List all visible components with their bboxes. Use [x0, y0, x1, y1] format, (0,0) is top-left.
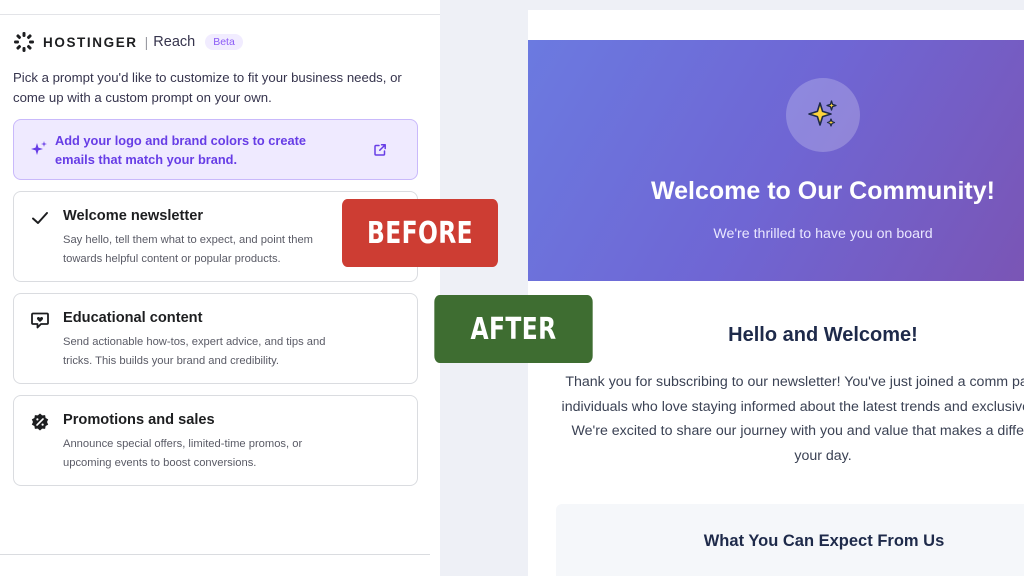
prompt-card-educational[interactable]: Educational content Send actionable how-…	[13, 293, 418, 384]
card-description: Send actionable how-tos, expert advice, …	[63, 336, 326, 367]
check-icon	[32, 212, 48, 224]
greeting-body: Thank you for subscribing to our newslet…	[561, 374, 1024, 464]
card-title: Educational content	[63, 310, 203, 326]
bottom-divider	[0, 554, 430, 555]
card-title: Welcome newsletter	[63, 208, 204, 224]
top-divider	[0, 14, 440, 15]
brand-kit-banner[interactable]: Add your logo and brand colors to create…	[13, 119, 418, 180]
card-title: Promotions and sales	[63, 412, 215, 428]
brand-separator: |	[144, 34, 149, 50]
discount-badge-icon	[31, 413, 49, 431]
chat-heart-icon	[31, 312, 49, 329]
card-description: Say hello, tell them what to expect, and…	[63, 234, 313, 265]
hero-icon-badge	[786, 78, 860, 152]
hero-subtitle: We're thrilled to have you on board	[713, 226, 933, 242]
brand-kit-text: Add your logo and brand colors to create…	[55, 133, 306, 167]
product-name: Reach	[153, 34, 196, 50]
expectations-heading: What You Can Expect From Us	[703, 532, 945, 550]
before-label: BEFORE	[342, 199, 498, 267]
external-link-icon[interactable]	[373, 143, 387, 157]
expectations-section: What You Can Expect From Us	[556, 504, 1024, 576]
email-preview: Welcome to Our Community! We're thrilled…	[528, 10, 1024, 576]
beta-badge: Beta	[205, 34, 243, 50]
prompt-card-promotions[interactable]: Promotions and sales Announce special of…	[13, 395, 418, 486]
brand-header: HOSTINGER | Reach Beta	[13, 30, 243, 54]
brand-name: HOSTINGER	[43, 34, 138, 50]
intro-text: Pick a prompt you'd like to customize to…	[13, 70, 402, 105]
greeting-heading: Hello and Welcome!	[728, 324, 918, 346]
card-description: Announce special offers, limited-time pr…	[63, 438, 303, 469]
sparkles-icon	[808, 100, 837, 127]
after-label: AFTER	[434, 295, 593, 363]
email-hero: Welcome to Our Community! We're thrilled…	[528, 40, 1024, 281]
sparkle-icon	[31, 141, 47, 155]
hero-title: Welcome to Our Community!	[650, 177, 995, 205]
prompt-picker-panel: HOSTINGER | Reach Beta Pick a prompt you…	[0, 0, 440, 576]
hostinger-logo-icon	[14, 32, 34, 52]
